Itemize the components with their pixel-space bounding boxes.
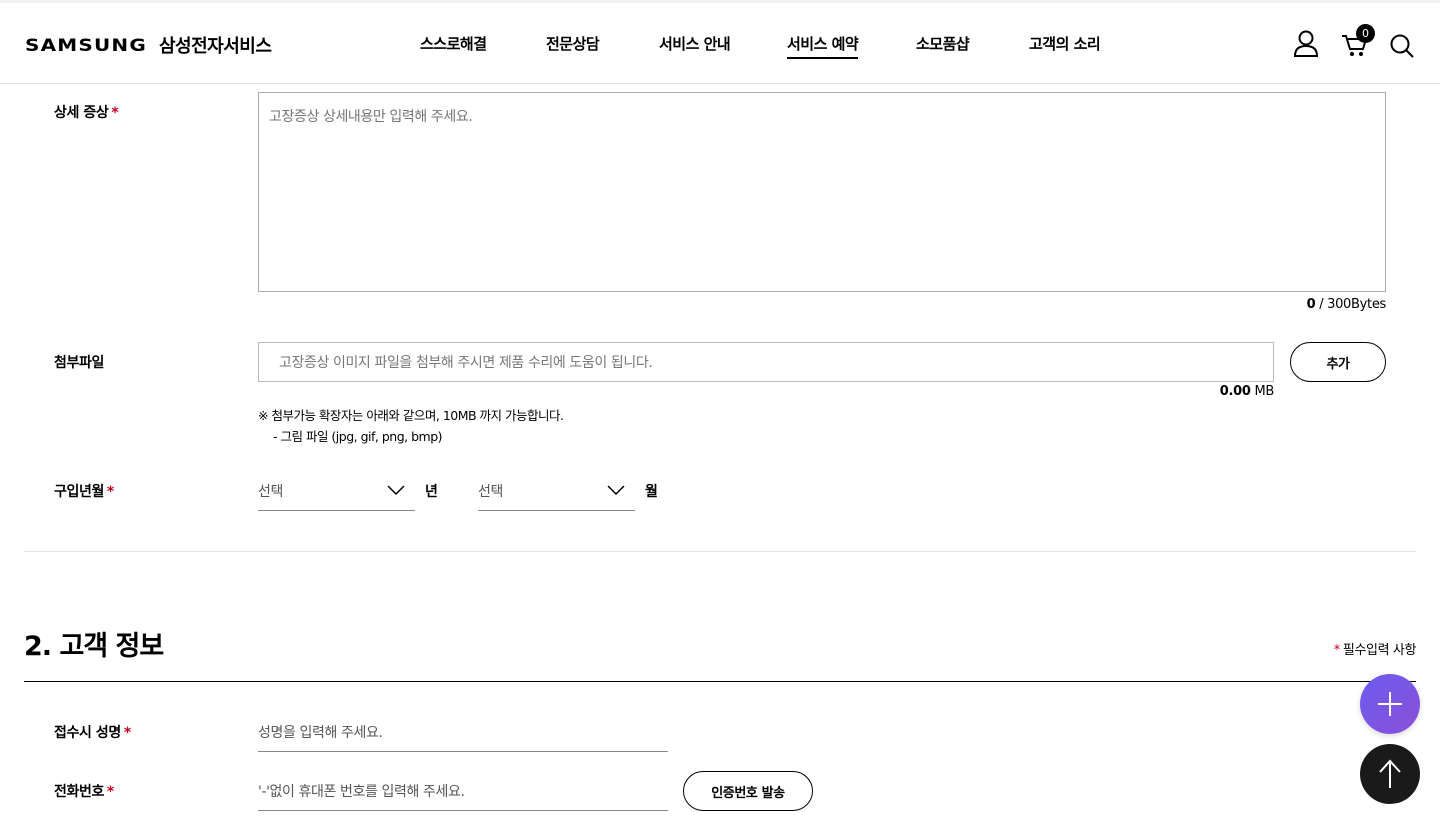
nav-item-service-info[interactable]: 서비스 안내 bbox=[659, 33, 731, 54]
month-unit: 월 bbox=[645, 484, 658, 500]
attachment-file-field[interactable]: 고장증상 이미지 파일을 첨부해 주시면 제품 수리에 도움이 됩니다. bbox=[258, 342, 1274, 382]
required-mark: * bbox=[106, 784, 114, 800]
section-divider bbox=[24, 551, 1416, 552]
search-icon[interactable] bbox=[1389, 29, 1417, 59]
site-header: SAMSUNG 삼성전자서비스 스스로해결 전문상담 서비스 안내 서비스 예약… bbox=[0, 3, 1440, 84]
nav-item-customer-voice[interactable]: 고객의 소리 bbox=[1029, 33, 1101, 54]
send-verification-button[interactable]: 인증번호 발송 bbox=[683, 771, 813, 811]
attachment-note: ※ 첨부가능 확장자는 아래와 같으며, 10MB 까지 가능합니다. bbox=[258, 408, 564, 423]
purchase-year-select[interactable]: 선택 bbox=[258, 472, 415, 511]
customer-name-label: 접수시 성명 * bbox=[54, 725, 131, 741]
chevron-down-icon bbox=[607, 485, 625, 496]
detail-symptom-label: 상세 증상 * bbox=[54, 105, 119, 121]
byte-counter: 0 / 300Bytes bbox=[1306, 297, 1387, 312]
scroll-top-button[interactable] bbox=[1360, 744, 1420, 804]
nav-item-consult[interactable]: 전문상담 bbox=[546, 33, 600, 54]
attachment-extensions-note: - 그림 파일 (jpg, gif, png, bmp) bbox=[273, 429, 443, 444]
customer-name-input[interactable]: 성명을 입력해 주세요. bbox=[258, 712, 668, 752]
required-mark: * bbox=[123, 725, 131, 741]
purchase-date-label: 구입년월 * bbox=[54, 484, 114, 500]
attachment-label: 첨부파일 bbox=[54, 355, 104, 371]
chevron-down-icon bbox=[387, 485, 405, 496]
arrow-up-icon bbox=[1379, 759, 1401, 788]
attachment-size: 0.00 MB bbox=[1219, 384, 1275, 399]
year-unit: 년 bbox=[425, 484, 438, 500]
required-mark: * bbox=[111, 105, 119, 121]
detail-symptom-textarea[interactable] bbox=[258, 92, 1386, 292]
phone-number-label: 전화번호 * bbox=[54, 784, 114, 800]
user-icon[interactable] bbox=[1293, 29, 1321, 59]
required-mark: * bbox=[106, 484, 114, 500]
floating-menu-button[interactable] bbox=[1360, 674, 1420, 734]
cart-count-badge: 0 bbox=[1356, 24, 1375, 43]
section-title-line bbox=[24, 681, 1416, 682]
nav-item-service-booking[interactable]: 서비스 예약 bbox=[787, 33, 859, 59]
nav-item-supplies-shop[interactable]: 소모품샵 bbox=[916, 33, 970, 54]
required-fields-note: * 필수입력 사항 bbox=[1333, 643, 1417, 658]
nav-item-self-solve[interactable]: 스스로해결 bbox=[420, 33, 487, 54]
customer-info-title: 2. 고객 정보 bbox=[24, 631, 164, 662]
purchase-month-select[interactable]: 선택 bbox=[478, 472, 635, 511]
global-nav: 스스로해결 전문상담 서비스 안내 서비스 예약 소모품샵 고객의 소리 bbox=[0, 33, 1440, 63]
add-attachment-button[interactable]: 추가 bbox=[1290, 342, 1386, 382]
phone-number-input[interactable]: '-'없이 휴대폰 번호를 입력해 주세요. bbox=[258, 771, 668, 811]
plus-icon bbox=[1378, 692, 1402, 716]
